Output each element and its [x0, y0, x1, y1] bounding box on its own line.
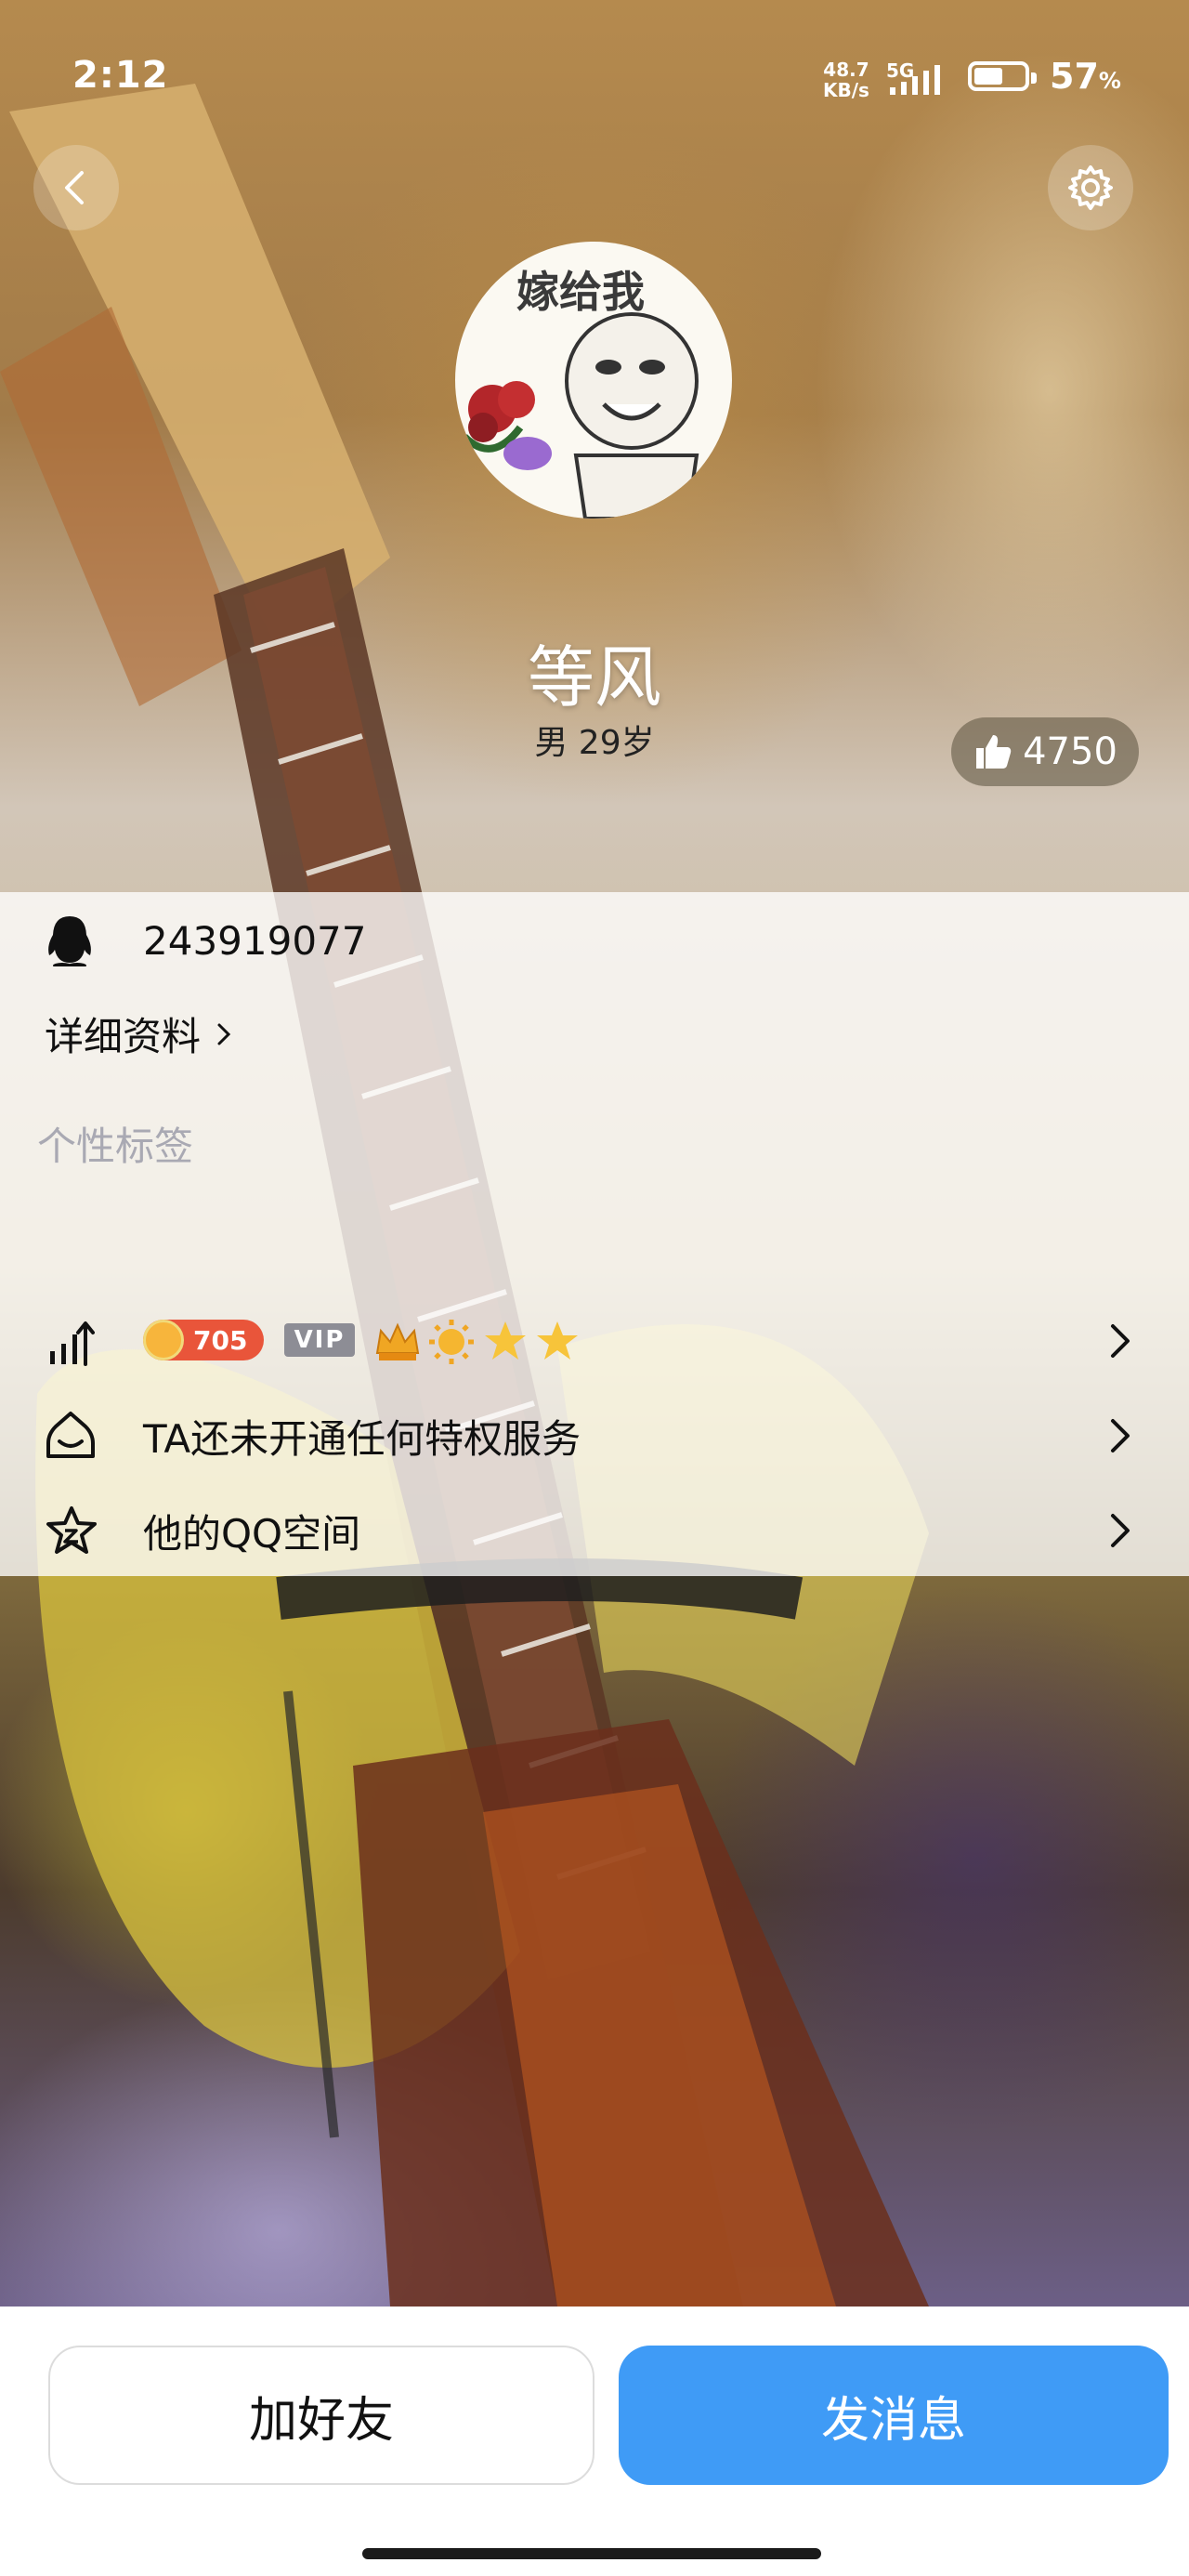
gear-icon	[1068, 165, 1113, 210]
detail-profile-label: 详细资料	[45, 1014, 202, 1059]
vip-badge: VIP	[284, 1323, 355, 1357]
settings-button[interactable]	[1048, 145, 1133, 230]
qzone-star-icon	[46, 1506, 97, 1554]
qzone-row[interactable]: 他的QQ空间	[0, 1502, 1189, 1559]
like-count: 4750	[1023, 730, 1117, 773]
send-message-button[interactable]: 发消息	[619, 2346, 1169, 2485]
add-friend-button[interactable]: 加好友	[48, 2346, 594, 2485]
chevron-right-icon	[217, 1023, 231, 1045]
privilege-icon	[46, 1412, 95, 1458]
penguin-icon	[48, 916, 91, 966]
qzone-text: 他的QQ空间	[143, 1510, 361, 1557]
signal-icon	[890, 65, 940, 95]
chevron-right-icon	[1111, 1324, 1130, 1358]
level-chart-icon	[50, 1321, 95, 1366]
star-icon	[485, 1321, 526, 1360]
personal-tags-placeholder[interactable]: 个性标签	[37, 1115, 193, 1172]
qq-number-row: 243919077	[0, 914, 1189, 966]
level-icons	[375, 1320, 578, 1364]
coin-icon	[143, 1320, 184, 1360]
chevron-right-icon	[1111, 1514, 1130, 1547]
avatar[interactable]: 嫁给我	[455, 242, 732, 519]
home-indicator[interactable]	[362, 2548, 821, 2559]
chevron-left-icon	[65, 171, 84, 204]
like-button[interactable]: 4750	[951, 717, 1139, 786]
crown-icon	[375, 1322, 420, 1360]
star-icon	[537, 1321, 578, 1360]
network-speed: 48.7 KB/s	[823, 59, 869, 101]
detail-profile-link[interactable]: 详细资料	[45, 1005, 234, 1062]
battery-percent: 57%	[1050, 56, 1121, 97]
level-badge: 705	[143, 1320, 264, 1360]
battery-icon	[968, 61, 1037, 91]
chevron-right-icon	[1111, 1419, 1130, 1452]
privilege-text: TA还未开通任何特权服务	[143, 1415, 581, 1462]
avatar-face-illustration	[462, 312, 699, 519]
sun-icon	[429, 1320, 474, 1364]
profile-name: 等风	[527, 638, 661, 716]
status-bar: 2:12 48.7 KB/s 5G 57%	[0, 0, 1189, 158]
back-button[interactable]	[33, 145, 119, 230]
privilege-row[interactable]: TA还未开通任何特权服务	[0, 1407, 1189, 1465]
status-time: 2:12	[72, 54, 169, 97]
battery-fill	[974, 68, 1002, 85]
qq-number: 243919077	[143, 917, 367, 964]
profile-info-panel	[0, 892, 1189, 1576]
thumbs-up-icon	[976, 735, 1012, 769]
